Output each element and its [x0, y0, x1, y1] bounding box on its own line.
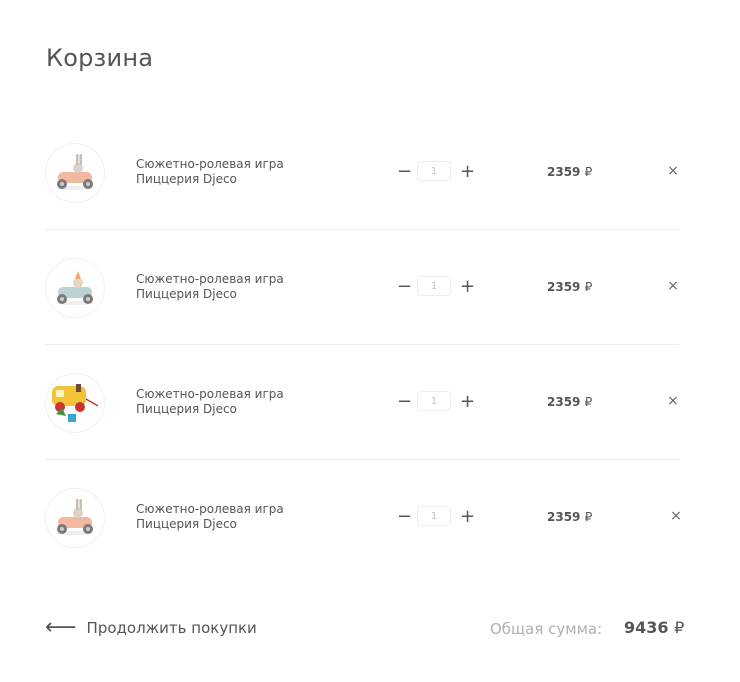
remove-item-button[interactable]: ×	[666, 393, 680, 409]
cart-list: Сюжетно-ролевая игра Пиццерия Djeco − + …	[45, 115, 682, 574]
price-amount: 2359	[547, 510, 581, 524]
product-name[interactable]: Сюжетно-ролевая игра Пиццерия Djeco	[136, 157, 306, 187]
page-title: Корзина	[46, 44, 154, 72]
remove-item-button[interactable]: ×	[666, 278, 680, 294]
shape-sorter-truck-icon[interactable]	[45, 373, 105, 433]
cart-item: Сюжетно-ролевая игра Пиццерия Djeco − + …	[45, 345, 679, 460]
quantity-input[interactable]	[417, 161, 451, 181]
blue-car-icon[interactable]	[45, 258, 105, 318]
quantity-stepper: − +	[397, 506, 477, 528]
pink-bunny-car-icon[interactable]	[45, 143, 105, 203]
remove-item-button[interactable]: ×	[666, 163, 680, 179]
decrease-quantity-button[interactable]: −	[397, 276, 412, 298]
quantity-input[interactable]	[417, 506, 451, 526]
continue-shopping-link[interactable]: ⟵ Продолжить покупки	[45, 615, 257, 641]
total-amount: 9436	[624, 618, 669, 637]
decrease-quantity-button[interactable]: −	[397, 161, 412, 183]
quantity-stepper: − +	[397, 276, 477, 298]
cart-item: Сюжетно-ролевая игра Пиццерия Djeco − + …	[45, 230, 679, 345]
price-amount: 2359	[547, 165, 581, 179]
cart-item: Сюжетно-ролевая игра Пиццерия Djeco − + …	[45, 115, 679, 230]
product-name[interactable]: Сюжетно-ролевая игра Пиццерия Djeco	[136, 272, 306, 302]
decrease-quantity-button[interactable]: −	[397, 391, 412, 413]
increase-quantity-button[interactable]: +	[460, 276, 475, 298]
pink-bunny-car-icon[interactable]	[45, 488, 105, 548]
product-name[interactable]: Сюжетно-ролевая игра Пиццерия Djeco	[136, 502, 306, 532]
item-price: 2359 ₽	[547, 395, 592, 409]
total-label: Общая сумма:	[490, 620, 603, 638]
increase-quantity-button[interactable]: +	[460, 161, 475, 183]
quantity-input[interactable]	[417, 391, 451, 411]
cart-item: Сюжетно-ролевая игра Пиццерия Djeco − + …	[45, 460, 682, 574]
quantity-stepper: − +	[397, 391, 477, 413]
item-price: 2359 ₽	[547, 510, 592, 524]
arrow-left-icon: ⟵	[45, 615, 77, 640]
price-amount: 2359	[547, 395, 581, 409]
remove-item-button[interactable]: ×	[669, 508, 683, 524]
item-price: 2359 ₽	[547, 280, 592, 294]
currency-symbol: ₽	[584, 510, 593, 524]
currency-symbol: ₽	[584, 165, 593, 179]
cart-footer: ⟵ Продолжить покупки Общая сумма: 9436 ₽	[45, 615, 685, 641]
product-name[interactable]: Сюжетно-ролевая игра Пиццерия Djeco	[136, 387, 306, 417]
decrease-quantity-button[interactable]: −	[397, 506, 412, 528]
total-currency: ₽	[674, 618, 685, 637]
continue-shopping-label: Продолжить покупки	[86, 619, 257, 637]
quantity-stepper: − +	[397, 161, 477, 183]
increase-quantity-button[interactable]: +	[460, 391, 475, 413]
currency-symbol: ₽	[584, 280, 593, 294]
price-amount: 2359	[547, 280, 581, 294]
total-sum: 9436 ₽	[624, 618, 684, 637]
increase-quantity-button[interactable]: +	[460, 506, 475, 528]
currency-symbol: ₽	[584, 395, 593, 409]
quantity-input[interactable]	[417, 276, 451, 296]
item-price: 2359 ₽	[547, 165, 592, 179]
cart-page: Корзина Сюжетно-ролевая игра Пиццерия Dj…	[0, 0, 740, 682]
